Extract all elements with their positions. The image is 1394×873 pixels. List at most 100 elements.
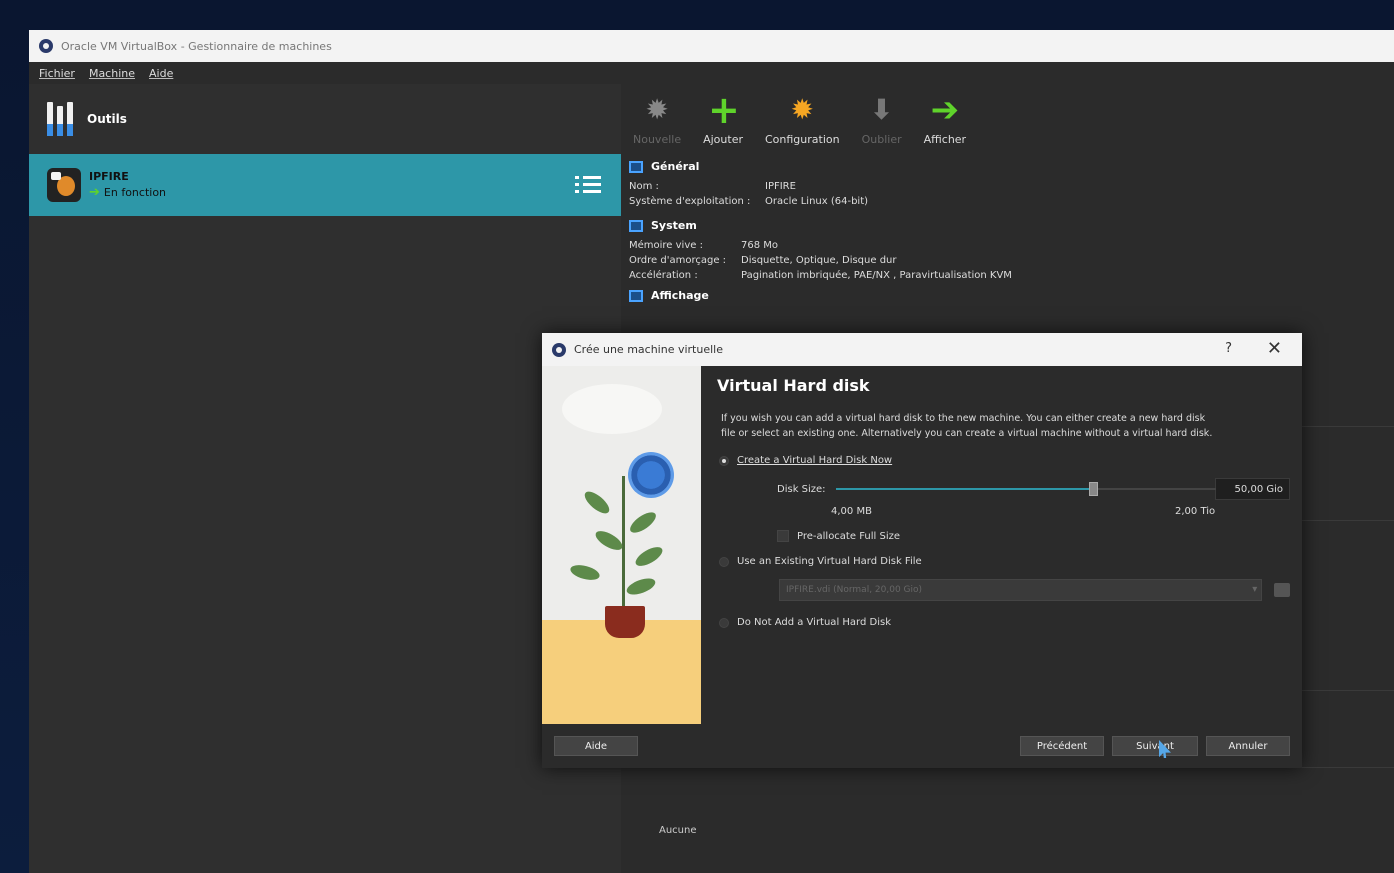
wizard-content: Virtual Hard disk If you wish you can ad… (701, 366, 1302, 724)
virtualbox-icon (39, 39, 53, 53)
radio-no-disk[interactable] (719, 617, 729, 628)
existing-disk-value: IPFIRE.vdi (Normal, 20,00 Gio) (786, 585, 923, 595)
section-general-title: Général (651, 160, 700, 173)
prop-value: Disquette, Optique, Disque dur (741, 255, 897, 266)
add-button[interactable]: + Ajouter (703, 88, 743, 146)
preallocate-label: Pre-allocate Full Size (797, 530, 900, 542)
option-no-disk[interactable]: Do Not Add a Virtual Hard Disk (719, 617, 1290, 628)
new-button[interactable]: ✹ Nouvelle (633, 93, 682, 147)
disk-size-slider[interactable] (835, 482, 1216, 496)
disk-size-input[interactable]: 50,00 Gio (1215, 478, 1290, 500)
vm-details-menu-icon[interactable] (575, 172, 601, 196)
chevron-down-icon: ▾ (1252, 584, 1258, 595)
menu-aide[interactable]: Aide (149, 67, 173, 80)
prop-key: Système d'exploitation : (629, 196, 751, 207)
option-create-disk[interactable]: Create a Virtual Hard Disk Now (719, 455, 1290, 466)
scale-max: 2,00 Tio (1175, 506, 1216, 517)
general-props: Nom : IPFIRE Système d'exploitation : Or… (629, 179, 1394, 209)
page-description: If you wish you can add a virtual hard d… (721, 413, 1213, 439)
menu-fichier[interactable]: Fichier (39, 67, 75, 80)
configuration-label: Configuration (764, 133, 840, 146)
prop-value: 768 Mo (741, 240, 779, 251)
prop-key: Ordre d'amorçage : (629, 255, 727, 266)
gear-icon: ✹ (790, 93, 815, 126)
preallocate-row[interactable]: Pre-allocate Full Size (777, 530, 1290, 542)
monitor-icon (629, 160, 643, 173)
menu-machine[interactable]: Machine (89, 67, 135, 80)
window-title: Oracle VM VirtualBox - Gestionnaire de m… (61, 39, 332, 53)
option-no-disk-label: Do Not Add a Virtual Hard Disk (737, 617, 891, 628)
vm-state-label: En fonction (103, 186, 167, 199)
configuration-button[interactable]: ✹ Configuration (764, 93, 840, 147)
vm-name: IPFIRE (89, 170, 129, 183)
leaf (592, 527, 626, 554)
cloud-shape (562, 384, 662, 434)
plant-stem (622, 476, 625, 611)
section-system[interactable]: System (629, 219, 1394, 232)
show-label: Afficher (923, 133, 967, 146)
flower-pot (605, 606, 645, 638)
wizard-illustration (542, 366, 701, 724)
vm-item-ipfire[interactable]: IPFIRE ➔ En fonction (29, 154, 621, 216)
section-system-title: System (651, 219, 697, 232)
section-display[interactable]: Affichage (629, 289, 1394, 302)
dialog-title: Crée une machine virtuelle (574, 343, 723, 356)
leaf (632, 543, 666, 570)
prop-key: Accélération : (629, 270, 698, 281)
option-create-disk-label: Create a Virtual Hard Disk Now (737, 455, 893, 466)
new-label: Nouvelle (633, 133, 682, 146)
right-arrow-icon: ➔ (930, 90, 960, 130)
leaf (581, 487, 613, 518)
option-existing-disk[interactable]: Use an Existing Virtual Hard Disk File (719, 556, 1290, 567)
disk-size-label: Disk Size: (777, 483, 826, 495)
create-vm-dialog: Crée une machine virtuelle ? ✕ Virtual H… (542, 333, 1302, 768)
slider-thumb[interactable] (1088, 482, 1098, 496)
section-general[interactable]: Général (629, 160, 1394, 173)
help-button[interactable]: Aide (554, 736, 638, 756)
system-props: Mémoire vive : 768 Mo Ordre d'amorçage :… (629, 238, 1394, 283)
existing-disk-row: IPFIRE.vdi (Normal, 20,00 Gio) ▾ (779, 579, 1290, 601)
show-button[interactable]: ➔ Afficher (923, 90, 967, 146)
radio-create-disk[interactable] (719, 455, 729, 466)
leaf (624, 575, 658, 598)
tools-item[interactable]: Outils (29, 84, 621, 154)
disk-size-scale: 4,00 MB 2,00 Tio (713, 506, 1290, 520)
folder-icon[interactable] (1274, 583, 1290, 597)
vm-state: ➔ En fonction (89, 185, 166, 200)
details-none-text: Aucune (659, 825, 697, 836)
scale-min: 4,00 MB (831, 506, 872, 517)
existing-disk-select[interactable]: IPFIRE.vdi (Normal, 20,00 Gio) ▾ (779, 579, 1263, 601)
help-question-icon[interactable]: ? (1225, 341, 1232, 356)
cancel-button[interactable]: Annuler (1206, 736, 1290, 756)
menu-bar: Fichier Machine Aide (29, 62, 1394, 84)
prop-value: Pagination imbriquée, PAE/NX , Paravirtu… (741, 270, 1012, 281)
prop-value: IPFIRE (765, 181, 796, 192)
preallocate-checkbox[interactable] (777, 530, 789, 542)
tools-icon (47, 102, 77, 136)
new-gear-icon: ✹ (645, 93, 669, 126)
flower-icon (628, 452, 674, 498)
main-toolbar: ✹ Nouvelle + Ajouter ✹ Configuration ⬇ O… (621, 84, 1394, 154)
slider-fill (835, 488, 1093, 490)
down-arrow-icon: ⬇ (869, 93, 894, 126)
dialog-titlebar: Crée une machine virtuelle ? ✕ (542, 333, 1302, 366)
details-content: Général Nom : IPFIRE Système d'exploitat… (621, 160, 1394, 302)
plus-icon: + (708, 88, 740, 132)
option-existing-disk-label: Use an Existing Virtual Hard Disk File (737, 556, 922, 567)
discard-label: Oublier (861, 133, 902, 146)
close-icon[interactable]: ✕ (1267, 338, 1282, 359)
prop-key: Mémoire vive : (629, 240, 703, 251)
page-heading: Virtual Hard disk (717, 376, 870, 395)
discard-button[interactable]: ⬇ Oublier (861, 93, 902, 147)
running-arrow-icon: ➔ (89, 185, 100, 200)
virtualbox-icon (552, 342, 566, 357)
vm-os-icon (47, 168, 81, 202)
previous-button[interactable]: Précédent (1020, 736, 1104, 756)
leaf (568, 562, 602, 583)
machine-list-pane: Outils IPFIRE ➔ En fonction (29, 84, 621, 873)
next-button[interactable]: Suivant (1112, 736, 1198, 756)
chip-icon (629, 219, 643, 232)
radio-existing-disk[interactable] (719, 556, 729, 567)
add-label: Ajouter (703, 133, 743, 146)
display-icon (629, 289, 643, 302)
